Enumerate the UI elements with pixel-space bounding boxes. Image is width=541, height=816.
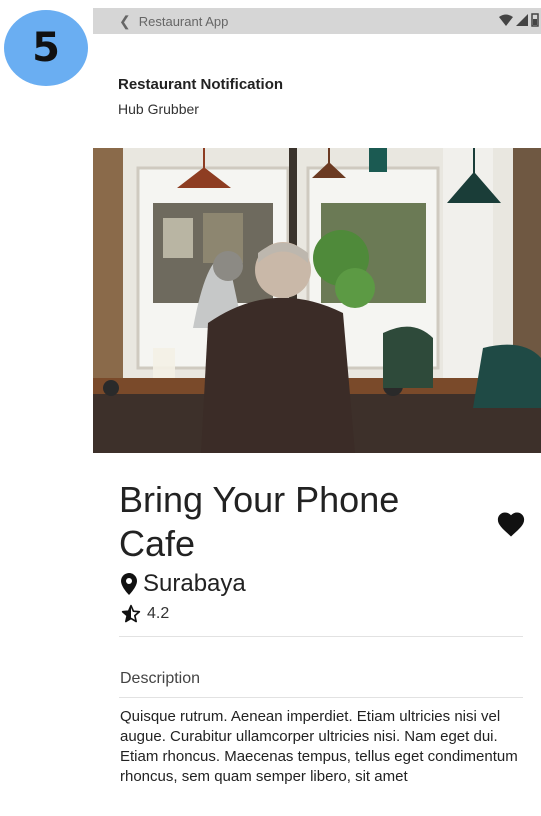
- notification-title: Restaurant Notification: [118, 76, 284, 93]
- status-bar: ❮ Restaurant App: [93, 8, 541, 34]
- location-row: Surabaya: [121, 570, 246, 598]
- restaurant-city: Surabaya: [143, 570, 246, 597]
- divider: [119, 636, 523, 637]
- status-app-indicator: ❮ Restaurant App: [119, 13, 228, 30]
- location-pin-icon: [121, 573, 137, 595]
- description-heading: Description: [120, 670, 201, 687]
- rating-row: 4.2: [121, 604, 169, 624]
- wifi-icon: [499, 14, 513, 26]
- notification-subtitle: Hub Grubber: [118, 101, 199, 117]
- status-icons: [499, 13, 539, 27]
- heart-icon[interactable]: [496, 510, 526, 538]
- restaurant-name: Bring Your Phone Cafe: [119, 479, 400, 564]
- restaurant-rating: 4.2: [147, 605, 170, 622]
- star-icon: [121, 604, 141, 623]
- restaurant-photo: [93, 148, 541, 453]
- battery-icon: [531, 13, 539, 27]
- description-text: Quisque rutrum. Aenean imperdiet. Etiam …: [120, 708, 518, 785]
- notification-card[interactable]: Restaurant Notification Hub Grubber: [98, 38, 541, 148]
- phone-screen: ❮ Restaurant App Restaurant Notification…: [93, 0, 541, 816]
- step-badge: 5: [4, 10, 88, 86]
- status-app-name: Restaurant App: [138, 13, 229, 29]
- back-arrow-icon[interactable]: ❮: [119, 13, 131, 30]
- signal-icon: [516, 14, 528, 26]
- divider: [119, 697, 523, 698]
